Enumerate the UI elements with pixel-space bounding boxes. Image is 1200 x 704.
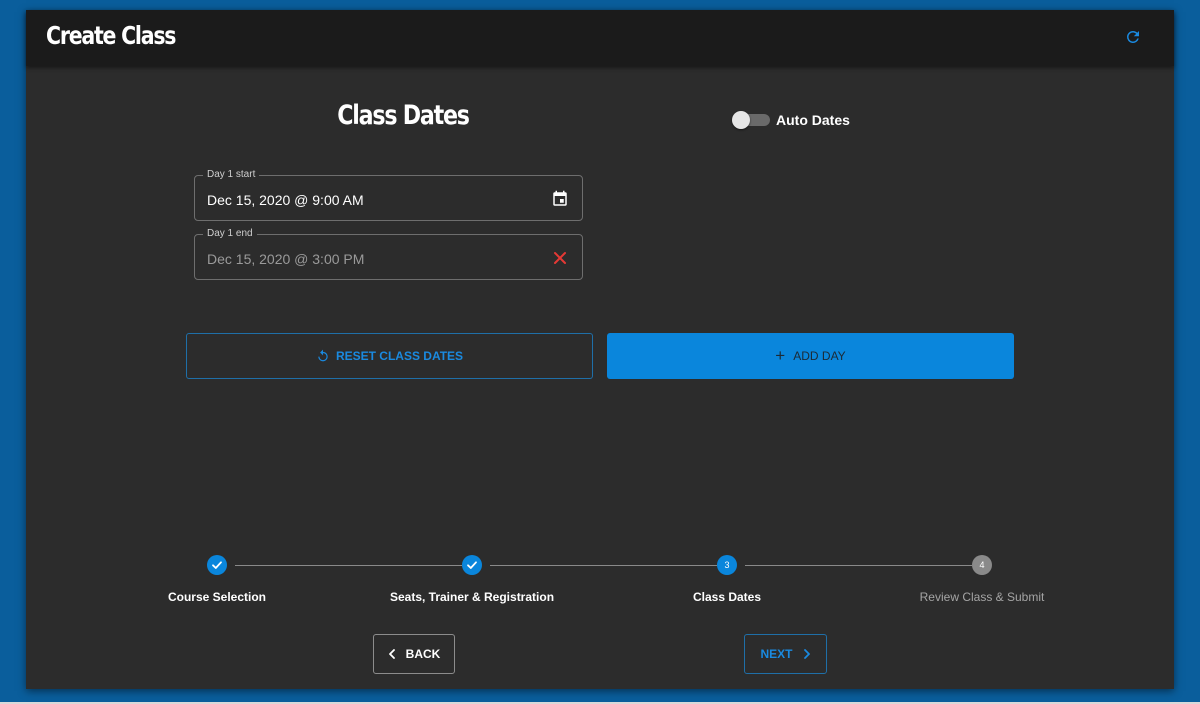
chevron-left-icon [388,649,395,659]
field-value: Dec 15, 2020 @ 3:00 PM [207,251,365,267]
step-2-label: Seats, Trainer & Registration [389,590,555,604]
step-connector [745,565,972,566]
reset-class-dates-button[interactable]: RESET CLASS DATES [186,333,593,379]
refresh-icon [1126,30,1139,43]
auto-dates-toggle[interactable] [732,111,772,129]
calendar-button[interactable] [550,189,570,209]
refresh-button[interactable] [1122,26,1144,48]
step-1-label: Course Selection [167,590,267,604]
create-class-dialog: Create Class Class Dates Auto Dates Day … [26,10,1174,689]
field-value: Dec 15, 2020 @ 9:00 AM [207,192,364,208]
clear-icon [554,252,566,264]
step-1-check [207,555,227,575]
calendar-icon [553,190,567,206]
reset-label: RESET CLASS DATES [335,349,464,363]
step-2-check [462,555,482,575]
step-connector [235,565,462,566]
auto-dates-label: Auto Dates [776,112,850,128]
step-3-label: Class Dates [692,590,762,604]
field-label: Day 1 start [203,168,260,182]
clear-button[interactable] [550,248,570,268]
next-button[interactable]: NEXT [744,634,827,674]
add-day-button[interactable]: + ADD DAY [607,333,1014,379]
step-connector [490,565,717,566]
step-3-number: 3 [717,555,737,575]
field-label: Day 1 end [203,227,257,241]
reset-icon [318,349,328,362]
app-bar: Create Class [26,10,1174,66]
toggle-thumb [732,111,750,129]
section-title: Class Dates [337,100,470,131]
next-label: NEXT [760,647,793,661]
add-day-label: ADD DAY [793,349,846,363]
plus-icon: + [775,346,786,365]
step-4-number: 4 [972,555,992,575]
day-1-start-field[interactable]: Day 1 start Dec 15, 2020 @ 9:00 AM [194,168,583,221]
check-icon [467,561,477,569]
app-title: Create Class [46,21,177,50]
chevron-right-icon [803,649,810,659]
check-icon [212,561,222,569]
step-4-label: Review Class & Submit [919,590,1045,604]
back-label: BACK [405,647,441,661]
day-1-end-field[interactable]: Day 1 end Dec 15, 2020 @ 3:00 PM [194,227,583,280]
back-button[interactable]: BACK [373,634,455,674]
